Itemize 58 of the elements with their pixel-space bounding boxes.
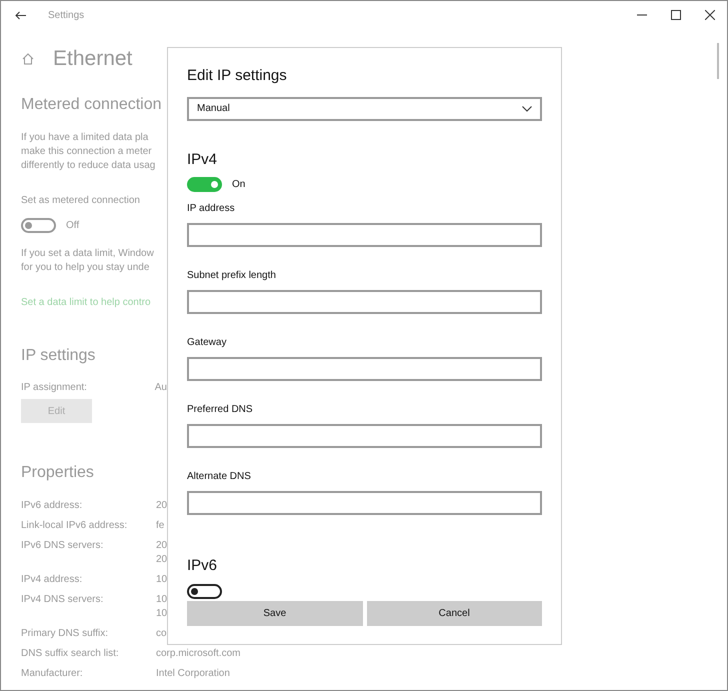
property-label: IPv6 DNS servers: <box>21 539 104 553</box>
property-value: fe <box>156 519 164 533</box>
chevron-down-icon <box>522 106 532 112</box>
dialog-button[interactable]: Cancel <box>366 601 542 626</box>
section-heading: IPv6 <box>187 556 218 576</box>
field-label: Preferred DNS <box>187 403 254 417</box>
field-label: Alternate DNS <box>187 470 252 484</box>
section-heading: Properties <box>21 463 95 483</box>
property-value: 10 <box>156 573 168 587</box>
window-title: Settings <box>48 8 84 22</box>
section-heading: IPv4 <box>187 150 218 170</box>
field-label: IP address <box>187 202 236 216</box>
property-value: 10 <box>156 607 168 621</box>
scrollbar-icon <box>717 43 719 79</box>
section-heading: IP settings <box>21 346 96 366</box>
section-heading: Metered connection <box>21 95 163 115</box>
property-value: 20 <box>156 553 168 567</box>
input-field[interactable] <box>187 424 542 448</box>
dialog-button[interactable]: Save <box>187 601 362 626</box>
property-value: corp.microsoft.com <box>156 647 240 661</box>
back-arrow-icon[interactable] <box>15 10 26 20</box>
input-field[interactable] <box>187 290 542 314</box>
field-label: Gateway <box>187 336 228 350</box>
property-label: IPv6 address: <box>21 499 84 513</box>
description-text: differently to reduce data usag <box>21 159 156 173</box>
property-label: IP assignment: <box>21 381 88 395</box>
property-label: DNS suffix search list: <box>21 647 120 661</box>
property-label: Manufacturer: <box>21 667 84 681</box>
property-value: 20 <box>156 499 168 513</box>
description-text: make this connection a meter <box>21 145 153 159</box>
toggle-state-text: Off <box>66 219 80 233</box>
page-title: Ethernet <box>53 46 132 72</box>
property-value: Au <box>154 381 167 395</box>
input-field[interactable] <box>187 223 542 247</box>
property-label: IPv4 address: <box>21 573 84 587</box>
property-value: 20 <box>156 539 168 553</box>
close-icon[interactable] <box>705 10 715 20</box>
toggle-switch[interactable] <box>21 218 56 233</box>
mode-dropdown[interactable]: Manual <box>187 96 542 120</box>
toggle-state-text: On <box>232 178 246 192</box>
home-icon[interactable] <box>21 52 35 66</box>
description-text: If you have a limited data pla <box>21 131 150 145</box>
property-label: Primary DNS suffix: <box>21 627 110 641</box>
property-value: 10 <box>156 593 168 607</box>
property-value: Intel Corporation <box>156 667 230 681</box>
input-field[interactable] <box>187 491 542 515</box>
toggle-switch[interactable] <box>187 177 222 192</box>
description-text: for you to help you stay unde <box>21 261 150 275</box>
property-label: Link-local IPv6 address: <box>21 519 128 533</box>
maximize-icon[interactable] <box>671 10 681 20</box>
property-label: IPv4 DNS servers: <box>21 593 104 607</box>
toggle-label: Set as metered connection <box>21 194 141 208</box>
input-field[interactable] <box>187 357 542 381</box>
field-label: Subnet prefix length <box>187 269 277 283</box>
toggle-switch[interactable] <box>187 584 222 598</box>
description-text: If you set a data limit, Window <box>21 247 155 261</box>
dialog-title: Edit IP settings <box>187 66 288 86</box>
property-value: co <box>156 627 167 641</box>
